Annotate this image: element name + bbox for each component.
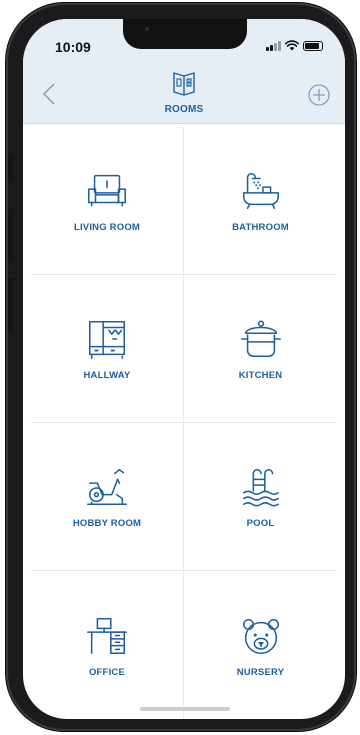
room-label: HALLWAY	[83, 370, 131, 381]
bathtub-icon	[242, 172, 279, 210]
app-screen: 10:09 ROOMS LIVING ROOM BATHROOM HALLWAY…	[23, 19, 345, 719]
room-label: LIVING ROOM	[73, 222, 141, 233]
status-icons	[266, 40, 323, 51]
status-time: 10:09	[55, 39, 91, 55]
page-title: ROOMS	[164, 104, 204, 115]
room-label: NURSERY	[236, 666, 285, 678]
room-tile-hobby-room[interactable]: HOBBY ROOM	[31, 423, 184, 571]
wifi-icon	[285, 40, 299, 51]
back-button[interactable]	[39, 81, 61, 107]
room-label: KITCHEN	[238, 370, 283, 381]
room-tile-hallway[interactable]: HALLWAY	[31, 275, 184, 423]
exercise-bike-icon	[87, 468, 127, 506]
room-tile-pool[interactable]: POOL	[184, 423, 337, 571]
room-tile-nursery[interactable]: NURSERY	[184, 571, 337, 719]
phone-frame: 10:09 ROOMS LIVING ROOM BATHROOM HALLWAY…	[6, 3, 356, 731]
teddy-bear-icon	[242, 618, 279, 654]
mute-switch	[8, 153, 14, 183]
plus-circle-icon	[308, 84, 330, 106]
app-header: ROOMS	[23, 63, 345, 124]
rooms-icon	[173, 72, 195, 96]
room-tile-kitchen[interactable]: KITCHEN	[184, 275, 337, 423]
desk-icon	[87, 617, 127, 654]
volume-up-button	[8, 208, 14, 263]
room-tile-office[interactable]: OFFICE	[31, 571, 184, 719]
volume-down-button	[8, 278, 14, 333]
pool-ladder-icon	[242, 468, 279, 507]
room-label: BATHROOM	[232, 222, 289, 233]
chevron-left-icon	[42, 83, 55, 105]
cellular-signal-icon	[266, 41, 281, 51]
room-tile-living-room[interactable]: LIVING ROOM	[31, 127, 184, 275]
room-label: HOBBY ROOM	[72, 518, 142, 529]
battery-icon	[303, 41, 323, 51]
add-room-button[interactable]	[307, 83, 331, 107]
home-indicator[interactable]	[140, 707, 230, 711]
wardrobe-icon	[88, 320, 126, 359]
room-label: POOL	[246, 518, 275, 529]
room-tile-bathroom[interactable]: BATHROOM	[184, 127, 337, 275]
camera-notch	[123, 19, 247, 49]
page-title-group: ROOMS	[134, 69, 234, 115]
cooking-pot-icon	[240, 320, 281, 358]
rooms-grid: LIVING ROOM BATHROOM HALLWAY KITCHEN HOB…	[31, 127, 337, 719]
room-label: OFFICE	[88, 666, 126, 678]
armchair-icon	[88, 174, 126, 207]
